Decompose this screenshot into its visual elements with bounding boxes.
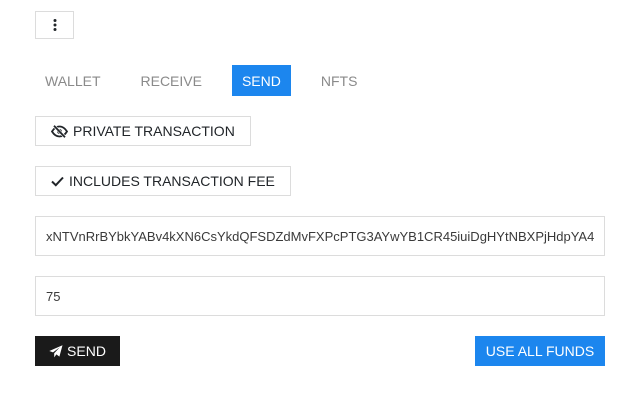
send-button-label: SEND [67, 343, 106, 359]
tab-nfts[interactable]: NFTS [311, 65, 368, 96]
check-icon [51, 176, 64, 187]
tab-send[interactable]: SEND [231, 65, 291, 96]
address-input[interactable] [35, 216, 605, 256]
menu-button[interactable] [35, 11, 74, 39]
kebab-menu-icon [53, 19, 57, 31]
includes-fee-button[interactable]: INCLUDES TRANSACTION FEE [35, 166, 291, 196]
tab-bar: WALLET RECEIVE SEND NFTS [35, 65, 367, 96]
eye-slash-icon [51, 124, 68, 138]
use-all-funds-label: USE ALL FUNDS [485, 343, 595, 359]
includes-fee-label: INCLUDES TRANSACTION FEE [69, 173, 275, 189]
send-page: WALLET RECEIVE SEND NFTS PRIVATE TRANSAC… [0, 0, 640, 400]
private-transaction-button[interactable]: PRIVATE TRANSACTION [35, 116, 251, 146]
amount-input[interactable] [35, 276, 605, 316]
tab-receive[interactable]: RECEIVE [131, 65, 212, 96]
tab-wallet[interactable]: WALLET [35, 65, 111, 96]
private-transaction-label: PRIVATE TRANSACTION [73, 123, 235, 139]
use-all-funds-button[interactable]: USE ALL FUNDS [475, 336, 605, 366]
paper-plane-icon [49, 344, 63, 358]
send-button[interactable]: SEND [35, 336, 120, 366]
